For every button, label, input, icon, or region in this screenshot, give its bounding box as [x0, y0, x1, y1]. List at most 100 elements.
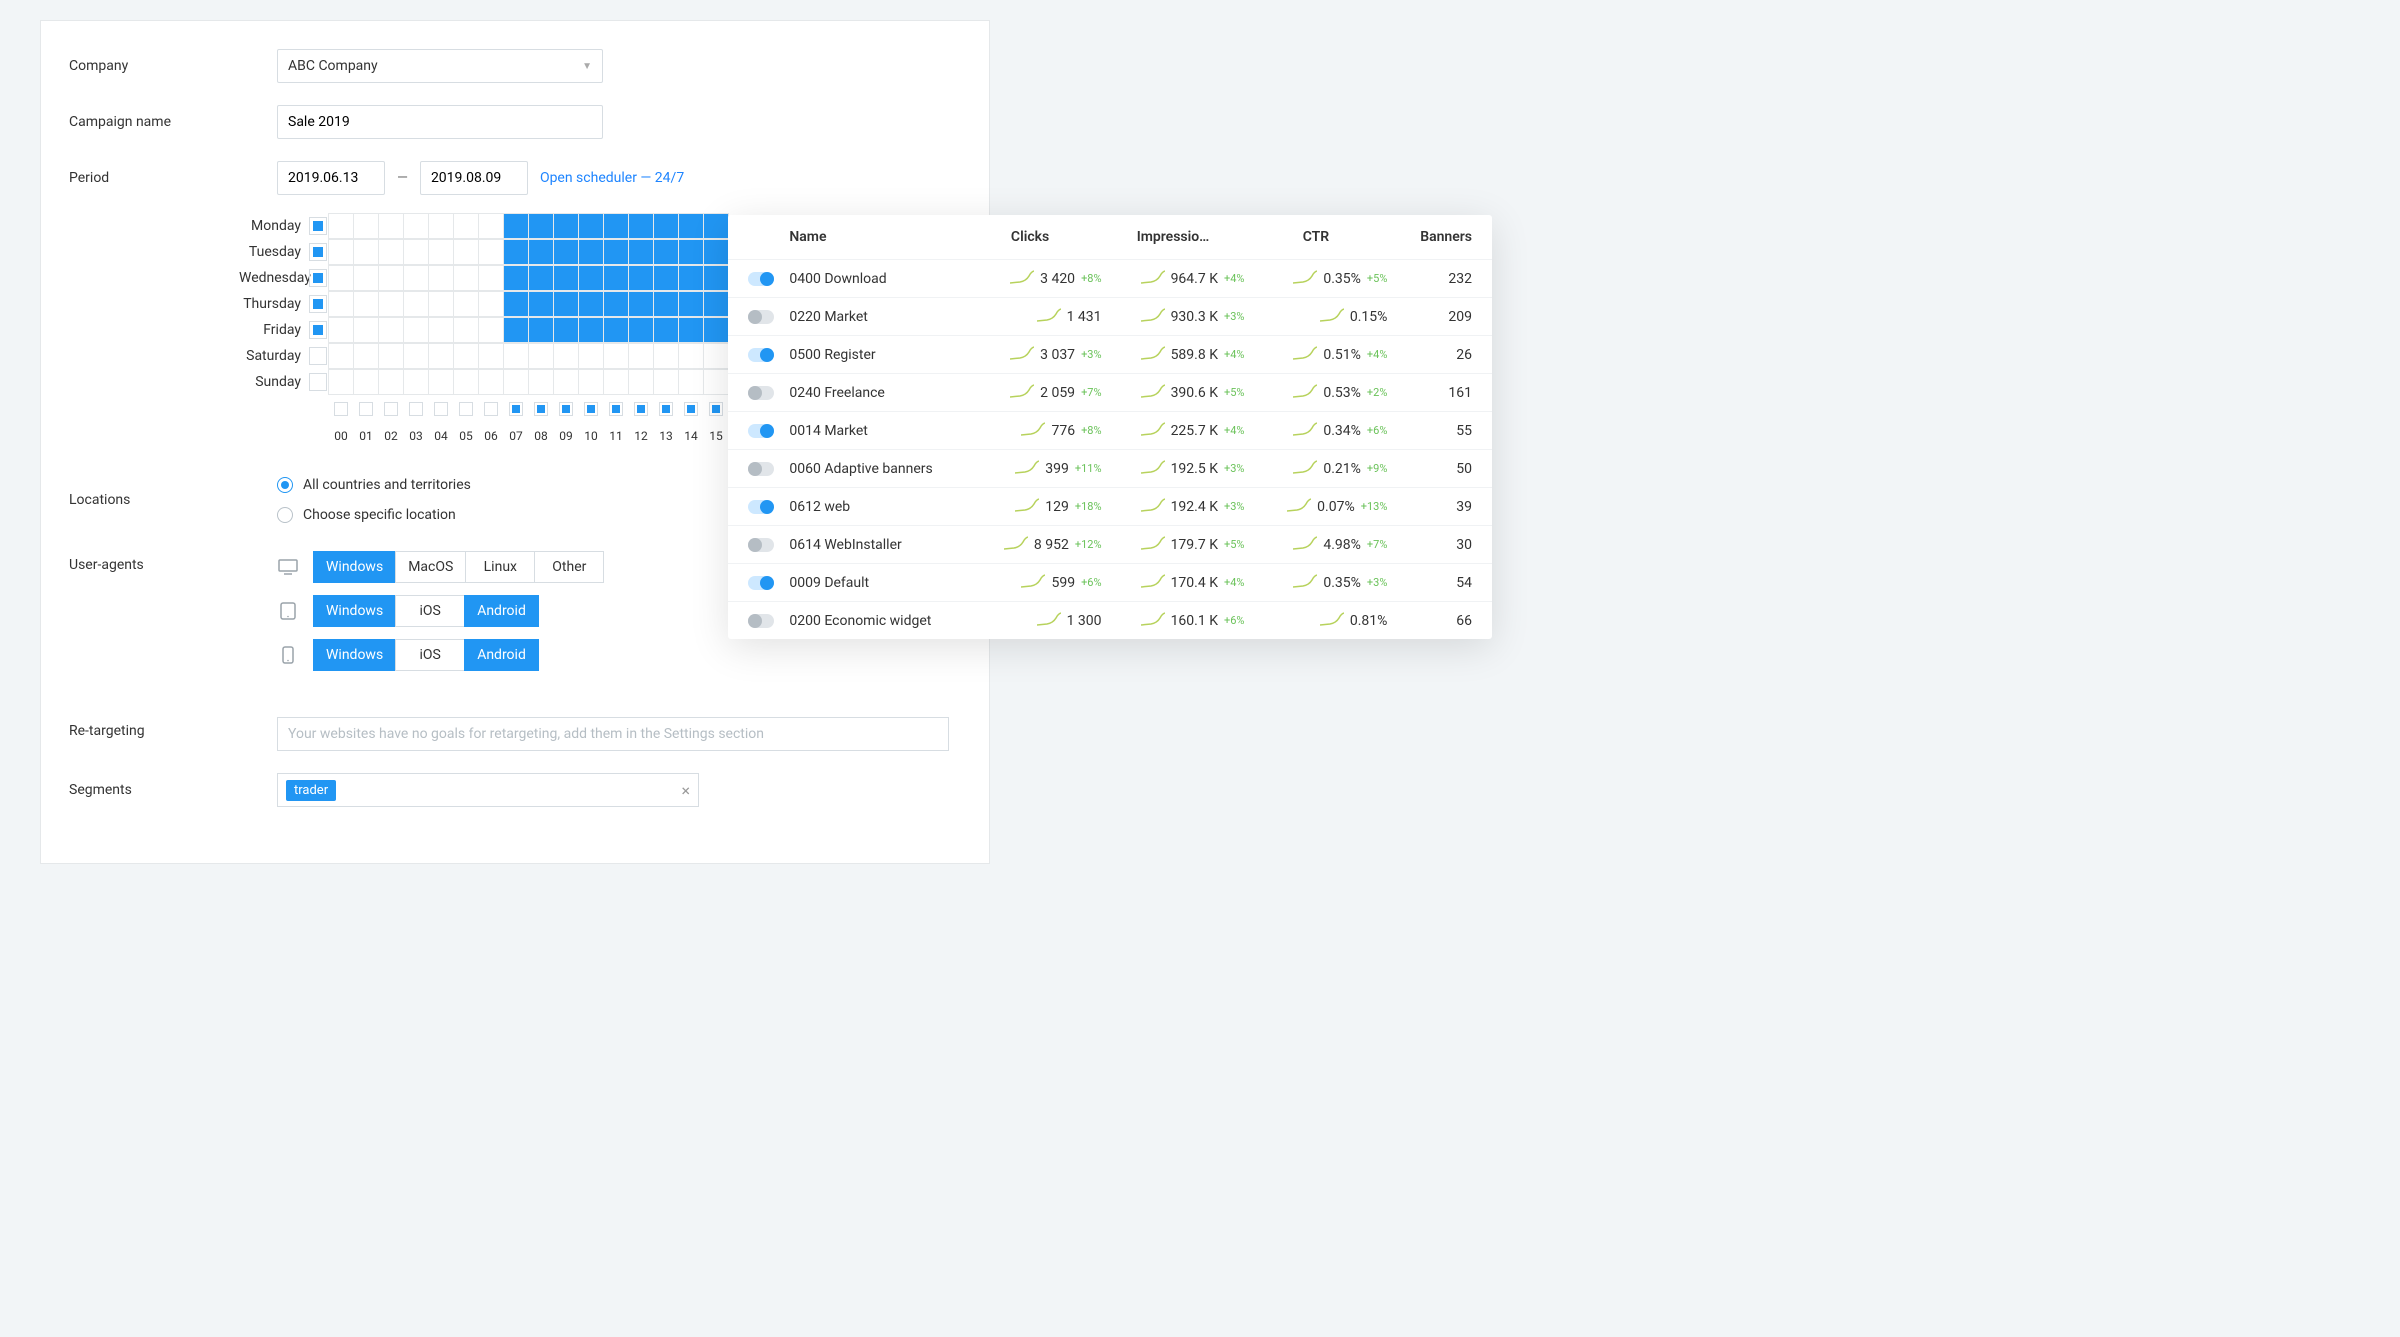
ua-option-button[interactable]: Windows — [313, 595, 396, 627]
scheduler-cell[interactable] — [578, 369, 604, 395]
scheduler-cell[interactable] — [603, 291, 629, 317]
scheduler-cell[interactable] — [378, 343, 404, 369]
scheduler-cell[interactable] — [328, 265, 354, 291]
scheduler-cell[interactable] — [553, 291, 579, 317]
scheduler-cell[interactable] — [428, 265, 454, 291]
campaign-name-cell[interactable]: 0612 web — [789, 499, 958, 515]
scheduler-cell[interactable] — [403, 317, 429, 343]
segment-tag[interactable]: trader — [286, 780, 336, 801]
scheduler-cell[interactable] — [553, 317, 579, 343]
location-radio-item[interactable]: All countries and territories — [277, 477, 471, 493]
ua-option-button[interactable]: iOS — [395, 639, 465, 671]
scheduler-cell[interactable] — [653, 265, 679, 291]
scheduler-cell[interactable] — [528, 369, 554, 395]
ua-option-button[interactable]: MacOS — [395, 551, 466, 583]
scheduler-cell[interactable] — [528, 291, 554, 317]
scheduler-cell[interactable] — [478, 239, 504, 265]
scheduler-cell[interactable] — [628, 369, 654, 395]
scheduler-cell[interactable] — [553, 213, 579, 239]
row-toggle[interactable] — [748, 310, 774, 324]
scheduler-cell[interactable] — [428, 343, 454, 369]
scheduler-cell[interactable] — [553, 239, 579, 265]
hour-checkbox[interactable] — [434, 402, 448, 416]
retargeting-input[interactable]: Your websites have no goals for retarget… — [277, 717, 949, 751]
scheduler-cell[interactable] — [478, 213, 504, 239]
scheduler-cell[interactable] — [503, 239, 529, 265]
day-checkbox[interactable] — [309, 217, 327, 235]
scheduler-cell[interactable] — [428, 239, 454, 265]
scheduler-cell[interactable] — [403, 239, 429, 265]
segments-input[interactable]: trader × — [277, 773, 699, 807]
campaign-name-cell[interactable]: 0014 Market — [789, 423, 958, 439]
scheduler-cell[interactable] — [628, 343, 654, 369]
scheduler-cell[interactable] — [478, 369, 504, 395]
scheduler-cell[interactable] — [328, 369, 354, 395]
scheduler-cell[interactable] — [478, 317, 504, 343]
scheduler-cell[interactable] — [578, 213, 604, 239]
scheduler-cell[interactable] — [503, 343, 529, 369]
scheduler-cell[interactable] — [678, 239, 704, 265]
scheduler-cell[interactable] — [453, 317, 479, 343]
campaign-name-cell[interactable]: 0220 Market — [789, 309, 958, 325]
col-name-header[interactable]: Name — [789, 229, 958, 245]
row-toggle[interactable] — [748, 424, 774, 438]
scheduler-cell[interactable] — [578, 317, 604, 343]
day-checkbox[interactable] — [309, 269, 327, 287]
hour-checkbox[interactable] — [659, 402, 673, 416]
scheduler-cell[interactable] — [603, 239, 629, 265]
scheduler-cell[interactable] — [653, 239, 679, 265]
campaign-name-cell[interactable]: 0240 Freelance — [789, 385, 958, 401]
col-ctr-header[interactable]: CTR — [1244, 229, 1387, 245]
hour-checkbox[interactable] — [709, 402, 723, 416]
hour-checkbox[interactable] — [334, 402, 348, 416]
scheduler-cell[interactable] — [328, 239, 354, 265]
scheduler-cell[interactable] — [603, 265, 629, 291]
hour-checkbox[interactable] — [384, 402, 398, 416]
scheduler-cell[interactable] — [353, 317, 379, 343]
ua-option-button[interactable]: Android — [464, 595, 539, 627]
company-select[interactable]: ABC Company ▼ — [277, 49, 603, 83]
hour-checkbox[interactable] — [409, 402, 423, 416]
scheduler-cell[interactable] — [328, 291, 354, 317]
row-toggle[interactable] — [748, 462, 774, 476]
scheduler-cell[interactable] — [328, 213, 354, 239]
ua-option-button[interactable]: Linux — [465, 551, 535, 583]
scheduler-cell[interactable] — [453, 291, 479, 317]
day-checkbox[interactable] — [309, 347, 327, 365]
scheduler-cell[interactable] — [703, 343, 729, 369]
scheduler-cell[interactable] — [503, 265, 529, 291]
campaign-name-input[interactable] — [288, 114, 592, 130]
col-banners-header[interactable]: Banners — [1387, 229, 1472, 245]
scheduler-cell[interactable] — [403, 369, 429, 395]
scheduler-cell[interactable] — [628, 265, 654, 291]
scheduler-cell[interactable] — [628, 239, 654, 265]
scheduler-cell[interactable] — [678, 291, 704, 317]
scheduler-cell[interactable] — [528, 343, 554, 369]
row-toggle[interactable] — [748, 500, 774, 514]
scheduler-cell[interactable] — [578, 343, 604, 369]
scheduler-cell[interactable] — [328, 343, 354, 369]
scheduler-cell[interactable] — [703, 291, 729, 317]
scheduler-cell[interactable] — [378, 291, 404, 317]
scheduler-cell[interactable] — [428, 291, 454, 317]
scheduler-cell[interactable] — [553, 369, 579, 395]
scheduler-cell[interactable] — [578, 239, 604, 265]
campaign-name-cell[interactable]: 0060 Adaptive banners — [789, 461, 958, 477]
campaign-name-cell[interactable]: 0200 Economic widget — [789, 613, 958, 629]
ua-option-button[interactable]: iOS — [395, 595, 465, 627]
campaign-name-cell[interactable]: 0009 Default — [789, 575, 958, 591]
scheduler-cell[interactable] — [453, 343, 479, 369]
ua-option-button[interactable]: Windows — [313, 551, 396, 583]
period-from-input[interactable] — [288, 170, 374, 186]
campaign-name-cell[interactable]: 0614 WebInstaller — [789, 537, 958, 553]
scheduler-cell[interactable] — [553, 343, 579, 369]
scheduler-cell[interactable] — [528, 213, 554, 239]
scheduler-cell[interactable] — [378, 265, 404, 291]
scheduler-cell[interactable] — [653, 213, 679, 239]
scheduler-cell[interactable] — [578, 291, 604, 317]
scheduler-cell[interactable] — [678, 265, 704, 291]
hour-checkbox[interactable] — [634, 402, 648, 416]
scheduler-cell[interactable] — [353, 213, 379, 239]
hour-checkbox[interactable] — [484, 402, 498, 416]
scheduler-cell[interactable] — [403, 291, 429, 317]
